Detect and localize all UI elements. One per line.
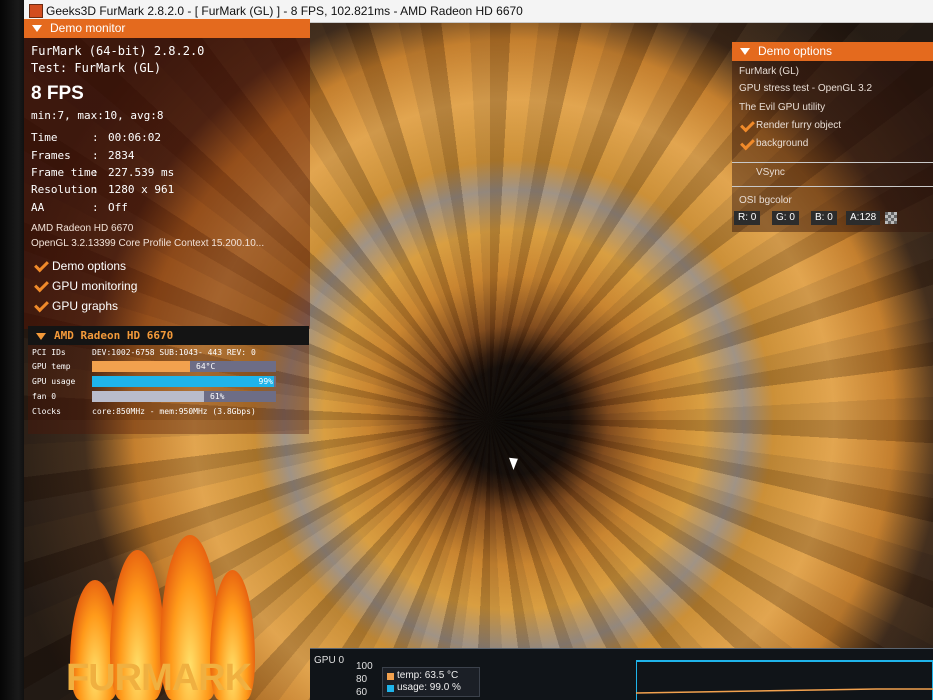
options-description: GPU stress test - OpenGL 3.2 [739, 83, 873, 94]
y-tick-100: 100 [356, 661, 373, 672]
stat-colon: : [92, 131, 99, 144]
bgcolor-r-field[interactable]: R: 0 [734, 211, 761, 225]
stat-value-frame-time: 227.539 ms [108, 166, 175, 179]
checkmark-icon [34, 277, 49, 293]
stat-label-resolution: Resolution [31, 183, 98, 196]
demo-monitor-title: Demo monitor [50, 21, 126, 35]
divider [732, 186, 933, 187]
gpu-panel-header[interactable]: AMD Radeon HD 6670 [28, 326, 309, 345]
fps-stats: min:7, max:10, avg:8 [31, 109, 164, 122]
stat-colon: : [92, 166, 99, 179]
fps-readout: 8 FPS [31, 83, 84, 104]
furmark-logo: FURMARK [50, 530, 260, 700]
monitor-bezel [0, 0, 26, 700]
background-label[interactable]: background [756, 138, 808, 149]
usage-legend-label: usage: 99.0 % [397, 682, 461, 693]
render-furry-label[interactable]: Render furry object [756, 120, 841, 131]
gpu-temp-value: 64°C [196, 362, 216, 371]
demo-options-title: Demo options [758, 44, 833, 58]
gpu-graphs-toggle-label[interactable]: GPU graphs [52, 299, 118, 313]
bgcolor-label: OSI bgcolor [739, 195, 792, 206]
y-tick-60: 60 [356, 687, 368, 698]
options-tagline: The Evil GPU utility [739, 102, 826, 113]
stat-value-aa: Off [108, 201, 128, 214]
furmark-window: Geeks3D FurMark 2.8.2.0 - [ FurMark (GL)… [24, 0, 933, 700]
temp-legend-label: temp: 63.5 °C [397, 670, 459, 681]
stat-colon: : [92, 183, 99, 196]
gpu-temp-fill [92, 361, 190, 372]
temp-line [636, 688, 933, 694]
demo-options-checkbox[interactable] [33, 257, 53, 274]
gpu-graphs-checkbox[interactable] [33, 297, 53, 314]
stat-colon: : [92, 201, 99, 214]
gpu-temp-label: GPU temp [32, 362, 71, 371]
checkmark-icon [34, 297, 49, 313]
gpu-graph-title: GPU 0 [314, 655, 345, 666]
gpu-temp-bar: 64°C [92, 361, 276, 372]
gpu-name: AMD Radeon HD 6670 [31, 223, 134, 234]
stat-value-resolution: 1280 x 961 [108, 183, 175, 196]
fan-label: fan 0 [32, 392, 57, 401]
fan-bar: 61% [92, 391, 276, 402]
clocks-label: Clocks [32, 407, 61, 416]
usage-line [636, 660, 933, 700]
stat-label-frame-time: Frame time [31, 166, 98, 179]
clocks-value: core:850MHz - mem:950MHz (3.8Gbps) [92, 407, 256, 416]
temp-legend-swatch [387, 673, 394, 680]
demo-options-header[interactable]: Demo options [732, 42, 933, 61]
bgcolor-g-field[interactable]: G: 0 [772, 211, 799, 225]
gpu-graph-panel: GPU 0 100 80 60 temp: 63.5 °C usage: 99.… [310, 648, 933, 700]
gpu-usage-value: 99% [258, 377, 273, 386]
gpu-monitoring-checkbox[interactable] [33, 277, 53, 294]
demo-monitor-header[interactable]: Demo monitor [24, 19, 310, 38]
stat-label-aa: AA [31, 201, 45, 214]
window-title: Geeks3D FurMark 2.8.2.0 - [ FurMark (GL)… [46, 4, 523, 18]
bgcolor-a-field[interactable]: A:128 [846, 211, 881, 225]
pci-ids-value: DEV:1002-6758 SUB:1043- 443 REV: 0 [92, 348, 256, 357]
fan-value: 61% [210, 392, 225, 401]
vsync-toggle[interactable]: VSync [756, 167, 785, 178]
pci-ids-label: PCI IDs [32, 348, 66, 357]
stat-value-time: 00:06:02 [108, 131, 161, 144]
logo-text: FURMARK [66, 657, 252, 699]
collapse-arrow-icon[interactable] [32, 25, 42, 33]
gpu-usage-label: GPU usage [32, 377, 76, 386]
gpu-monitoring-panel: AMD Radeon HD 6670 PCI IDs DEV:1002-6758… [28, 326, 309, 434]
color-preview-swatch[interactable] [885, 212, 897, 224]
options-app-name: FurMark (GL) [739, 66, 799, 77]
demo-options-panel: Demo options FurMark (GL) GPU stress tes… [732, 42, 933, 232]
app-version: FurMark (64-bit) 2.8.2.0 [31, 44, 205, 58]
usage-legend-swatch [387, 685, 394, 692]
demo-monitor-panel: Demo monitor FurMark (64-bit) 2.8.2.0 Te… [24, 19, 310, 329]
test-name: Test: FurMark (GL) [31, 61, 162, 75]
collapse-arrow-icon[interactable] [740, 48, 750, 56]
graph-legend: temp: 63.5 °C usage: 99.0 % [382, 667, 480, 697]
collapse-arrow-icon[interactable] [36, 332, 46, 340]
gpu-usage-bar: 99% [92, 376, 276, 387]
fan-fill [92, 391, 205, 402]
graph-plot-area [636, 660, 933, 700]
demo-options-toggle-label[interactable]: Demo options [52, 259, 126, 273]
gpu-panel-title: AMD Radeon HD 6670 [54, 329, 174, 342]
gpu-monitoring-toggle-label[interactable]: GPU monitoring [52, 279, 137, 293]
furmark-app-icon [29, 4, 43, 18]
stat-value-frames: 2834 [108, 149, 135, 162]
bgcolor-b-field[interactable]: B: 0 [811, 211, 837, 225]
render-furry-checkbox[interactable] [740, 117, 755, 133]
divider [732, 162, 933, 163]
stat-colon: : [92, 149, 99, 162]
checkmark-icon [34, 257, 49, 273]
background-checkbox[interactable] [740, 135, 755, 151]
stat-label-frames: Frames [31, 149, 71, 162]
gpu-usage-fill [92, 376, 275, 387]
stat-label-time: Time [31, 131, 58, 144]
y-tick-80: 80 [356, 674, 368, 685]
opengl-context: OpenGL 3.2.13399 Core Profile Context 15… [31, 238, 265, 249]
